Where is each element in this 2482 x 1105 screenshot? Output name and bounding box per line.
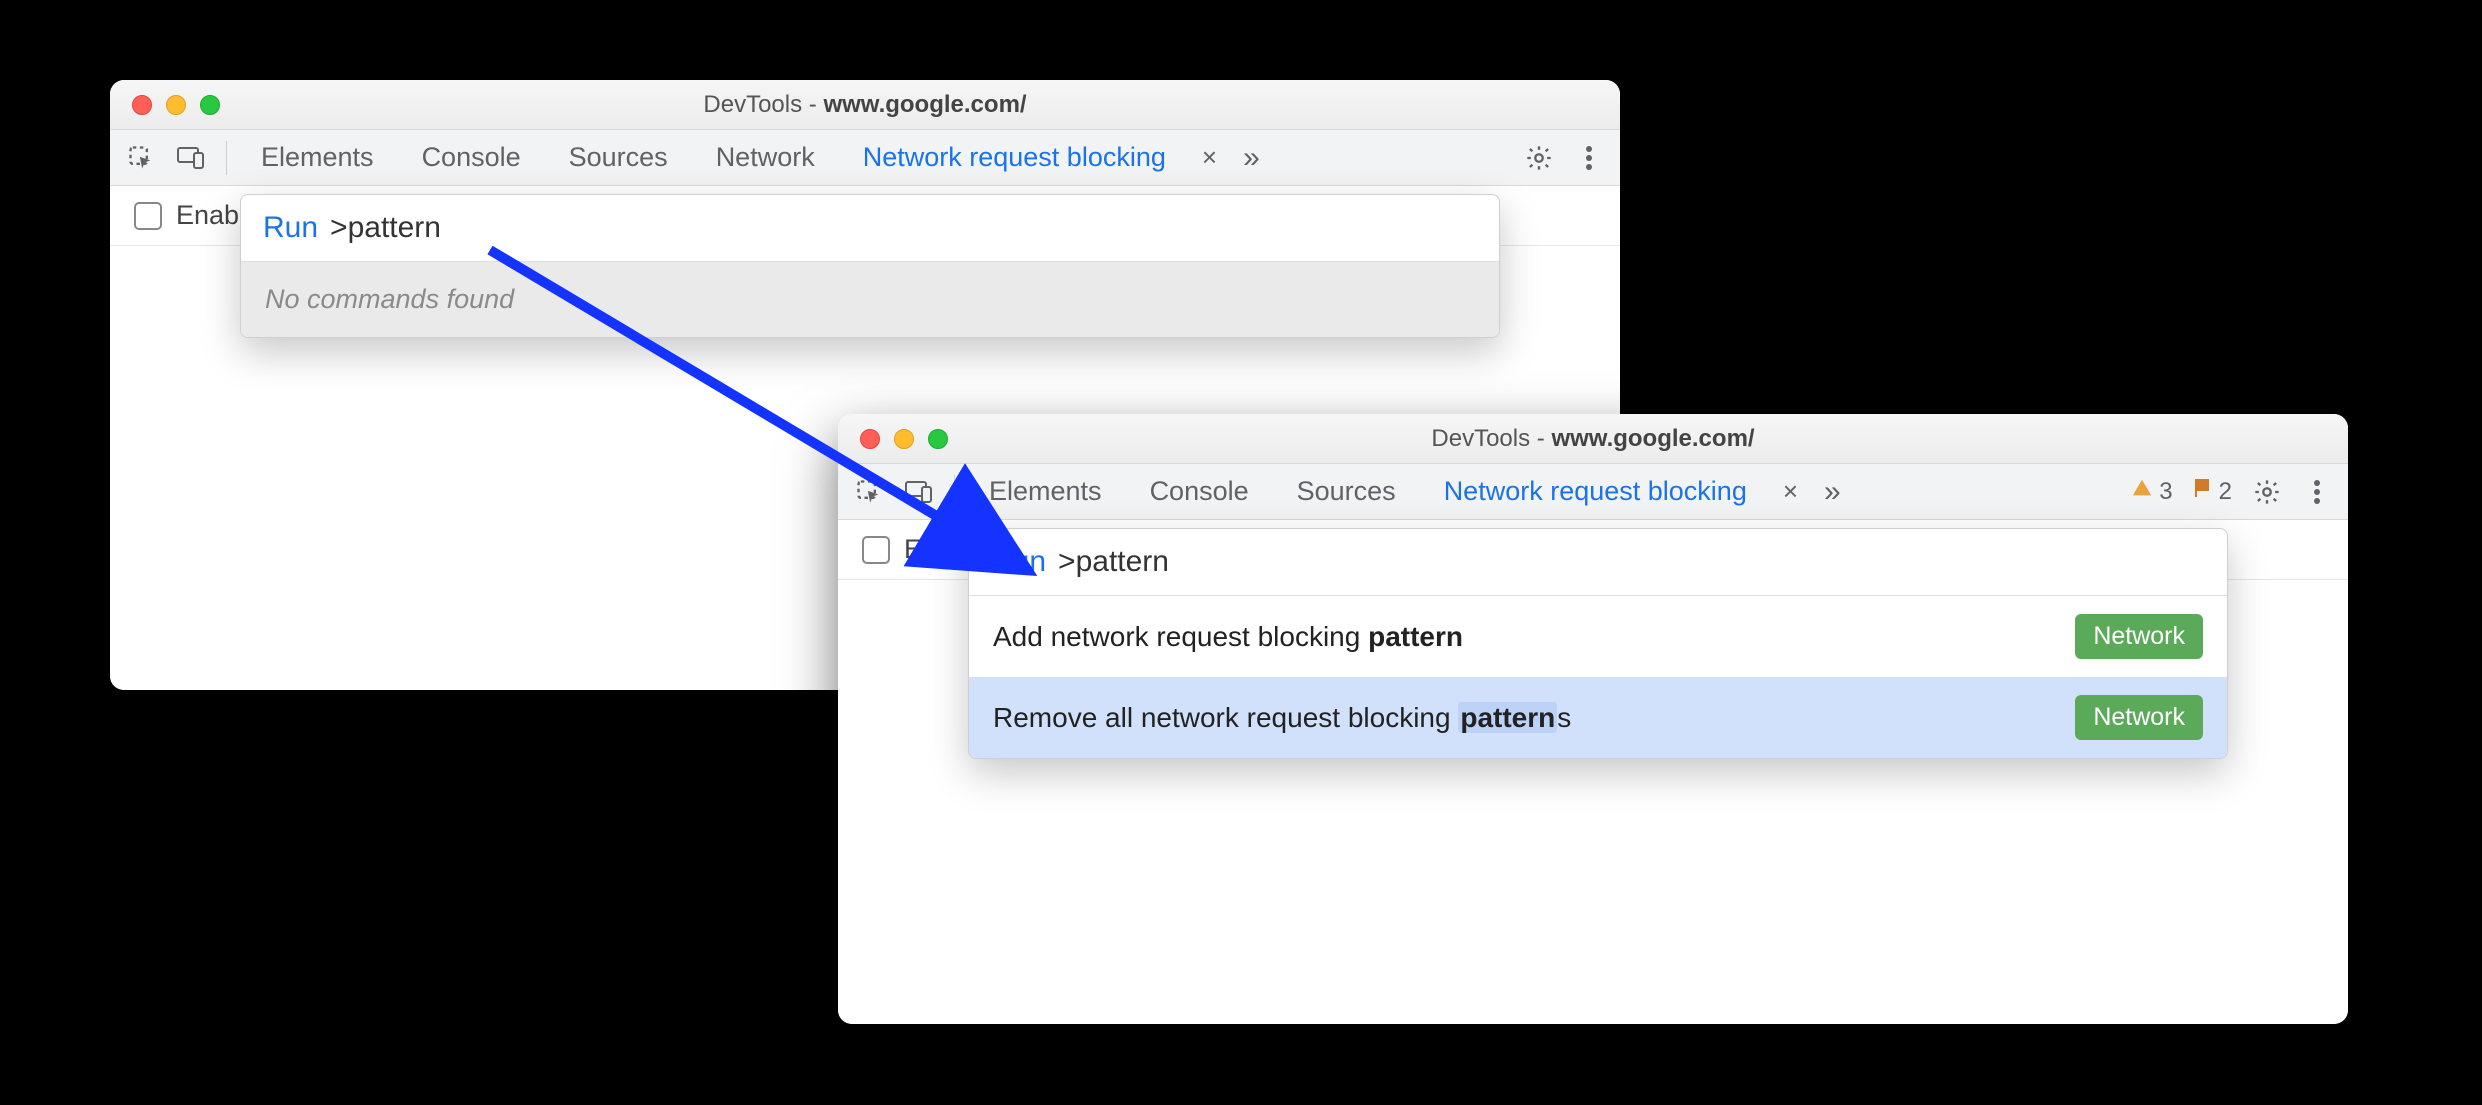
devtools-toolbar: Elements Console Sources Network Network… — [110, 130, 1620, 186]
zoom-window-button[interactable] — [928, 429, 948, 449]
command-item-text: Remove all network request blocking patt… — [993, 702, 1571, 734]
toolbar-separator — [954, 475, 955, 509]
close-tab-icon[interactable]: × — [1194, 142, 1225, 173]
tab-console[interactable]: Console — [1130, 464, 1269, 519]
window-title-prefix: DevTools - — [703, 91, 823, 118]
warnings-count-value: 3 — [2159, 478, 2172, 506]
issue-flag-icon — [2193, 477, 2213, 506]
command-query: >pattern — [330, 211, 441, 245]
command-palette: Run >pattern No commands found — [240, 194, 1500, 338]
window-title: DevTools - www.google.com/ — [838, 425, 2348, 453]
issues-count-value: 2 — [2219, 478, 2232, 506]
command-input-row[interactable]: Run >pattern — [241, 195, 1499, 261]
enable-checkbox[interactable] — [862, 536, 890, 564]
window-title-prefix: DevTools - — [1431, 425, 1551, 452]
minimize-window-button[interactable] — [894, 429, 914, 449]
gear-icon[interactable] — [1518, 137, 1560, 179]
tab-elements[interactable]: Elements — [969, 464, 1122, 519]
warning-icon — [2131, 477, 2153, 506]
traffic-lights — [110, 95, 220, 115]
kebab-menu-icon[interactable] — [2296, 471, 2338, 513]
tab-network-request-blocking[interactable]: Network request blocking — [1424, 464, 1767, 519]
issues-count[interactable]: 2 — [2187, 477, 2238, 506]
kebab-menu-icon[interactable] — [1568, 137, 1610, 179]
device-toggle-icon[interactable] — [898, 471, 940, 513]
command-item[interactable]: Add network request blocking pattern Net… — [969, 596, 2227, 677]
run-label: Run — [263, 211, 318, 245]
tab-sources[interactable]: Sources — [1277, 464, 1416, 519]
close-window-button[interactable] — [132, 95, 152, 115]
devtools-toolbar: Elements Console Sources Network request… — [838, 464, 2348, 520]
devtools-window-b: DevTools - www.google.com/ Elements Cons… — [838, 414, 2348, 1024]
more-tabs-icon[interactable]: » — [1814, 475, 1845, 509]
more-tabs-icon[interactable]: » — [1233, 141, 1264, 175]
command-item-text: Add network request blocking pattern — [993, 621, 1463, 653]
minimize-window-button[interactable] — [166, 95, 186, 115]
window-title: DevTools - www.google.com/ — [110, 91, 1620, 119]
gear-icon[interactable] — [2246, 471, 2288, 513]
inspect-icon[interactable] — [120, 137, 162, 179]
zoom-window-button[interactable] — [200, 95, 220, 115]
titlebar: DevTools - www.google.com/ — [838, 414, 2348, 464]
close-window-button[interactable] — [860, 429, 880, 449]
tab-console[interactable]: Console — [402, 130, 541, 185]
enable-checkbox[interactable] — [134, 202, 162, 230]
run-label: Run — [991, 545, 1046, 579]
traffic-lights — [838, 429, 948, 449]
inspect-icon[interactable] — [848, 471, 890, 513]
tab-sources[interactable]: Sources — [549, 130, 688, 185]
titlebar: DevTools - www.google.com/ — [110, 80, 1620, 130]
toolbar-separator — [226, 141, 227, 175]
command-input-row[interactable]: Run >pattern — [969, 529, 2227, 595]
command-query: >pattern — [1058, 545, 1169, 579]
enable-label: Enab — [904, 534, 967, 565]
close-tab-icon[interactable]: × — [1775, 476, 1806, 507]
tab-network-request-blocking[interactable]: Network request blocking — [843, 130, 1186, 185]
no-commands-message: No commands found — [241, 261, 1499, 337]
command-palette: Run >pattern Add network request blockin… — [968, 528, 2228, 759]
tab-elements[interactable]: Elements — [241, 130, 394, 185]
warnings-count[interactable]: 3 — [2125, 477, 2178, 506]
command-category-badge: Network — [2075, 614, 2203, 659]
window-title-host: www.google.com/ — [1551, 425, 1754, 452]
tab-network[interactable]: Network — [696, 130, 835, 185]
command-item[interactable]: Remove all network request blocking patt… — [969, 677, 2227, 758]
enable-label: Enab — [176, 200, 239, 231]
device-toggle-icon[interactable] — [170, 137, 212, 179]
command-category-badge: Network — [2075, 695, 2203, 740]
window-title-host: www.google.com/ — [823, 91, 1026, 118]
